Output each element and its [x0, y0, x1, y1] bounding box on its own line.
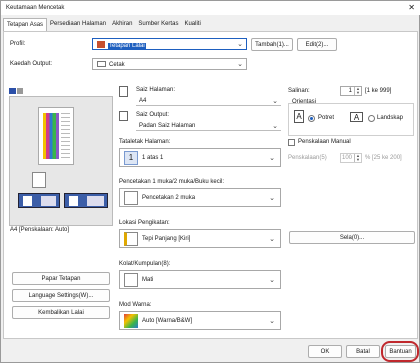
chevron-down-icon: ⌄ [269, 195, 275, 202]
tab-page-setup[interactable]: Persediaan Halaman [47, 18, 109, 31]
scaling-spinner[interactable]: 100 ▲ ▼ [340, 153, 362, 163]
page-size-icon [119, 86, 128, 97]
spinner-arrows-icon[interactable]: ▲ ▼ [354, 154, 361, 162]
manual-scaling-label: Penskalaan Manual [298, 139, 351, 145]
chevron-down-icon: ⌄ [237, 61, 243, 68]
printer-icon [97, 61, 106, 67]
tab-finishing[interactable]: Akhiran [109, 18, 135, 31]
title-bar: Keutamaan Mencetak ✕ [1, 1, 420, 15]
preview-page [38, 107, 74, 165]
preview-area [9, 96, 113, 226]
preview-color-bars [43, 113, 59, 159]
tab-basic-settings[interactable]: Tetapan Asas [3, 18, 48, 32]
copies-label: Salinan: [288, 88, 310, 94]
output-size-select[interactable]: Padan Saiz Halaman ⌄ [136, 120, 281, 131]
output-size-label: Saiz Output: [136, 112, 170, 118]
close-icon[interactable]: ✕ [408, 3, 415, 12]
detail-settings-button[interactable]: Sela(0)... [289, 231, 415, 244]
fold-icon [87, 196, 104, 206]
landscape-icon: A [350, 112, 363, 122]
page-size-value: A4 [139, 98, 147, 104]
restore-defaults-button[interactable]: Kembalikan Lalai [12, 306, 110, 319]
color-mode-label: Mod Warna: [119, 302, 152, 308]
profile-label: Profil: [10, 41, 26, 47]
output-method-select[interactable]: Cetak ⌄ [92, 58, 247, 70]
window-title: Keutamaan Mencetak [6, 5, 65, 11]
page-layout-label: Tataletak Halaman: [119, 139, 171, 145]
preview-text-lines [61, 113, 70, 159]
tab-quality[interactable]: Kualiti [181, 18, 203, 31]
edit-profile-button[interactable]: Edit(2)... [297, 38, 337, 51]
punch-icon [69, 196, 78, 206]
duplex-icon [124, 191, 138, 205]
add-profile-button[interactable]: Tambah(1)... [251, 38, 293, 51]
output-size-icon [119, 111, 128, 121]
help-button[interactable]: Bantuan [385, 345, 416, 358]
print-preferences-window: Keutamaan Mencetak ✕ Tetapan Asas Persed… [0, 0, 420, 363]
collate-label: Kolat/Kumpulan(8): [119, 261, 171, 267]
binding-location-value: Tepi Panjang [Kiri] [142, 236, 191, 242]
display-settings-button[interactable]: Papar Tetapan [12, 272, 110, 285]
scaling-field-label: Penskalaan(5) [288, 155, 327, 161]
preview-mode-icon[interactable] [9, 88, 16, 94]
chevron-down-icon: ⌄ [269, 155, 275, 162]
finishing-preview-button[interactable] [64, 193, 108, 208]
page-layout-icon: 1 [124, 151, 138, 165]
spinner-arrows-icon[interactable]: ▲ ▼ [354, 87, 361, 95]
binding-icon [124, 232, 138, 246]
tab-paper-source[interactable]: Sumber Kertas [135, 18, 181, 31]
collate-icon [124, 273, 138, 287]
chevron-down-icon: ⌄ [269, 318, 275, 325]
page-size-select[interactable]: A4 ⌄ [136, 95, 281, 106]
chevron-down-icon: ⌄ [237, 41, 243, 48]
language-settings-button[interactable]: Language Settings(W)... [12, 289, 110, 302]
scaling-range: % [25 ke 200] [365, 155, 402, 161]
output-tray-button[interactable] [18, 193, 60, 208]
chevron-down-icon: ⌄ [269, 236, 275, 243]
color-mode-icon [124, 314, 138, 328]
settings-panel: Profil: Tetapan Lalai ⌄ Tambah(1)... Edi… [3, 31, 418, 339]
profile-value: Tetapan Lalai [108, 43, 146, 49]
portrait-radio[interactable] [308, 115, 315, 122]
color-mode-value: Auto [Warna/B&W] [142, 318, 193, 324]
duplex-label: Pencetakan 1 muka/2 muka/Buku kecil: [119, 179, 225, 185]
duplex-select[interactable]: Pencetakan 2 muka ⌄ [119, 188, 281, 207]
tab-strip: Tetapan Asas Persediaan Halaman Akhiran … [3, 18, 204, 32]
preview-mode-alt-icon[interactable] [17, 88, 23, 94]
chevron-down-icon: ⌄ [272, 98, 278, 105]
chevron-down-icon: ⌄ [272, 123, 278, 130]
output-method-value: Cetak [109, 62, 125, 68]
copies-spinner[interactable]: 1 ▲ ▼ [340, 86, 362, 96]
paper-stack-icon [32, 172, 46, 188]
collate-value: Mati [142, 277, 154, 283]
duplex-value: Pencetakan 2 muka [142, 195, 196, 201]
landscape-label: Landskap [377, 115, 404, 121]
page-size-label: Saiz Halaman: [136, 87, 176, 93]
copies-range: [1 ke 999] [365, 88, 392, 94]
copies-value: 1 [348, 88, 352, 94]
ok-button[interactable]: OK [308, 345, 342, 358]
portrait-label: Potret [318, 115, 335, 121]
portrait-icon: A [294, 110, 304, 123]
scaling-value: 100 [341, 155, 352, 161]
binding-location-label: Lokasi Pengikatan: [119, 220, 170, 226]
output-method-label: Kaedah Output: [10, 61, 53, 67]
profile-icon [97, 41, 105, 48]
manual-scaling-checkbox[interactable] [288, 139, 295, 146]
preview-caption: A4 [Penskalaan: Auto] [10, 227, 70, 233]
profile-select[interactable]: Tetapan Lalai ⌄ [92, 38, 247, 50]
color-mode-select[interactable]: Auto [Warna/B&W] ⌄ [119, 311, 281, 330]
output-size-value: Padan Saiz Halaman [139, 123, 196, 129]
page-layout-value: 1 atas 1 [142, 155, 164, 161]
landscape-radio[interactable] [368, 115, 375, 122]
staple-icon [41, 196, 56, 206]
page-layout-select[interactable]: 1 1 atas 1 ⌄ [119, 148, 281, 167]
page-icon [23, 196, 32, 206]
collate-select[interactable]: Mati ⌄ [119, 270, 281, 289]
cancel-button[interactable]: Batal [346, 345, 380, 358]
chevron-down-icon: ⌄ [269, 277, 275, 284]
binding-location-select[interactable]: Tepi Panjang [Kiri] ⌄ [119, 229, 281, 248]
